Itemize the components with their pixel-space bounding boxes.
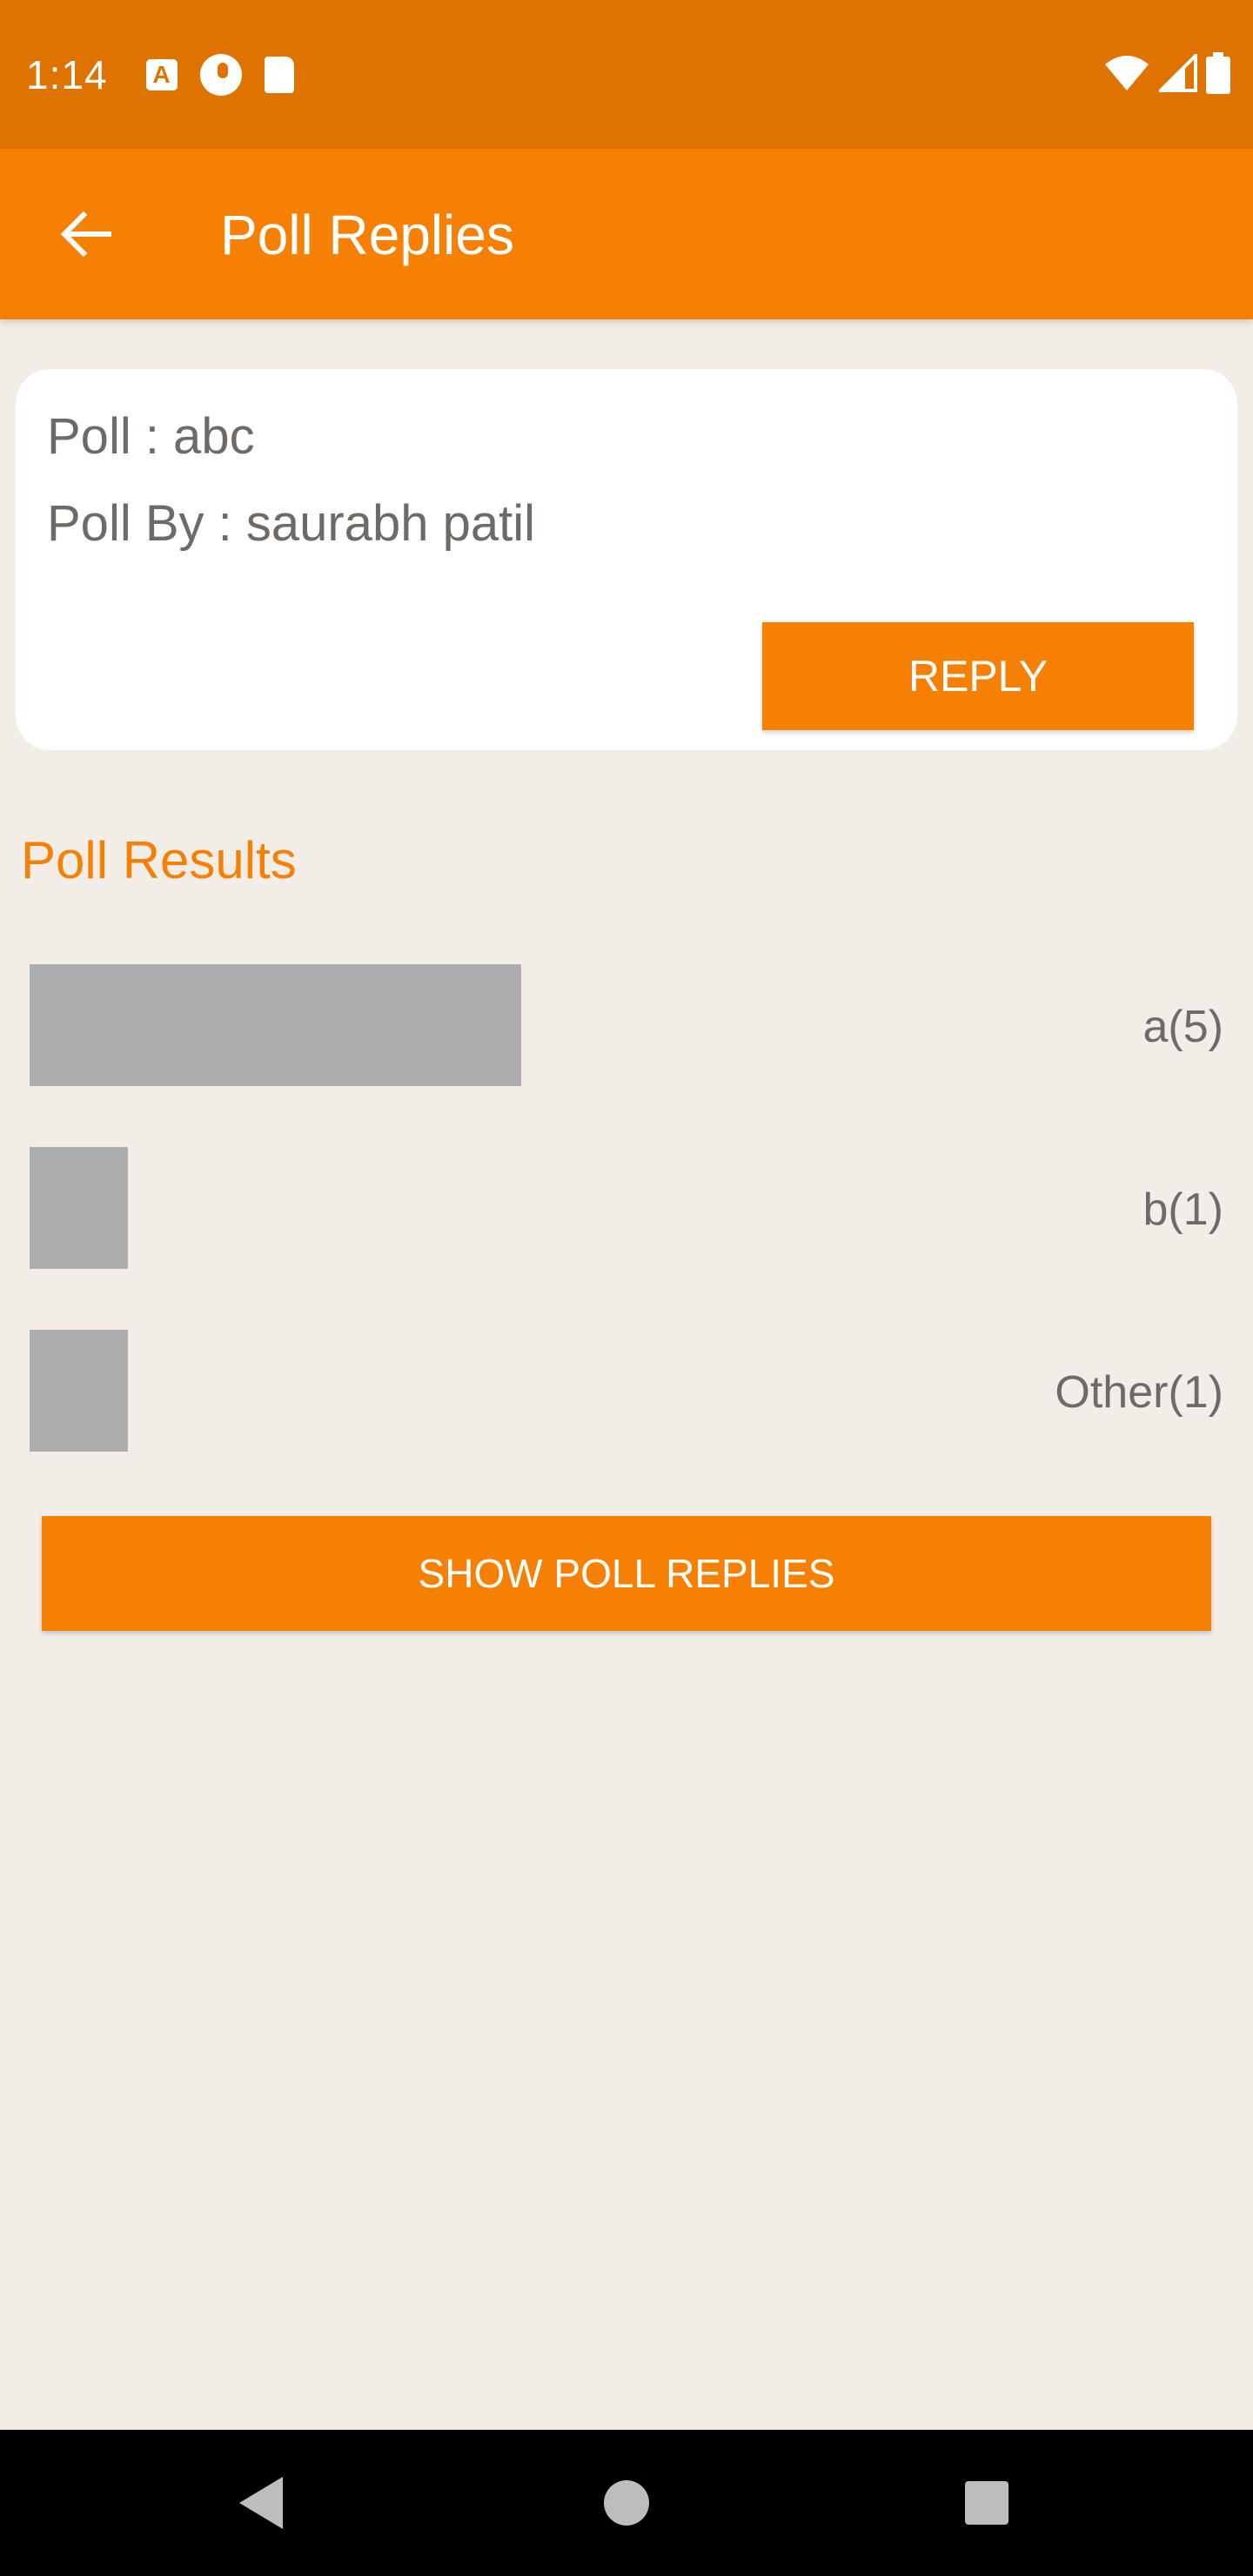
result-row: Other(1)	[0, 1330, 1253, 1452]
battery-icon	[1206, 52, 1230, 94]
back-button[interactable]	[33, 182, 137, 286]
result-label: b(1)	[1142, 1184, 1223, 1235]
result-row: a(5)	[0, 964, 1253, 1086]
result-row: b(1)	[0, 1147, 1253, 1269]
notification-icons: A	[145, 53, 294, 96]
show-poll-replies-button[interactable]: SHOW POLL REPLIES	[42, 1516, 1211, 1631]
poll-card: Poll : abc Poll By : saurabh patil REPLY	[16, 369, 1237, 750]
nav-home-icon[interactable]	[604, 2480, 649, 2526]
navigation-bar	[0, 2430, 1253, 2576]
sd-card-icon	[264, 56, 294, 93]
nav-back-icon[interactable]	[239, 2477, 283, 2529]
page-title: Poll Replies	[220, 204, 514, 266]
result-bar	[30, 1147, 128, 1269]
nav-recents-icon[interactable]	[965, 2481, 1008, 2525]
result-label: Other(1)	[1055, 1367, 1223, 1418]
poll-title: Poll : abc	[47, 408, 255, 465]
app-bar: Poll Replies	[0, 149, 1253, 319]
signal-icon	[1159, 54, 1197, 92]
circle-app-icon	[199, 53, 242, 96]
system-icons	[1103, 52, 1230, 94]
result-bar	[30, 1330, 128, 1452]
result-bar	[30, 964, 521, 1086]
results-heading: Poll Results	[21, 831, 297, 889]
arrow-left-icon	[60, 211, 111, 257]
wifi-icon	[1105, 56, 1149, 91]
result-label: a(5)	[1142, 1002, 1223, 1052]
reply-button[interactable]: REPLY	[762, 622, 1194, 730]
a-notification-icon: A	[145, 58, 178, 91]
status-time: 1:14	[26, 51, 108, 97]
status-bar: 1:14 A	[0, 0, 1253, 149]
poll-author: Poll By : saurabh patil	[47, 495, 535, 552]
